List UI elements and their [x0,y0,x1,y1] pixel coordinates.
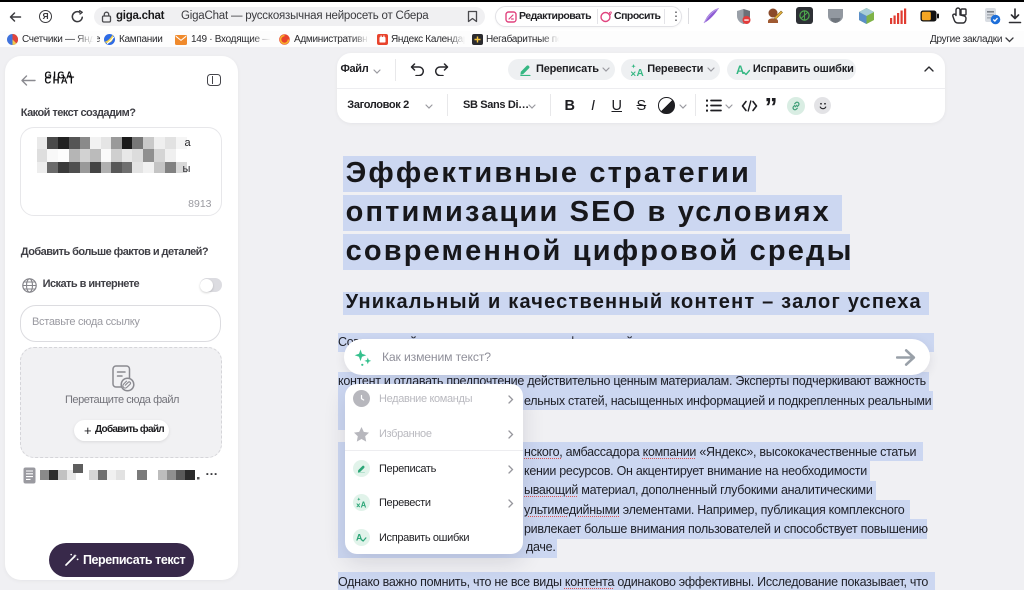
svg-text:A: A [360,501,366,509]
svg-text:A: A [736,65,744,77]
svg-text:A: A [356,532,363,542]
svg-text:A: A [637,68,644,77]
